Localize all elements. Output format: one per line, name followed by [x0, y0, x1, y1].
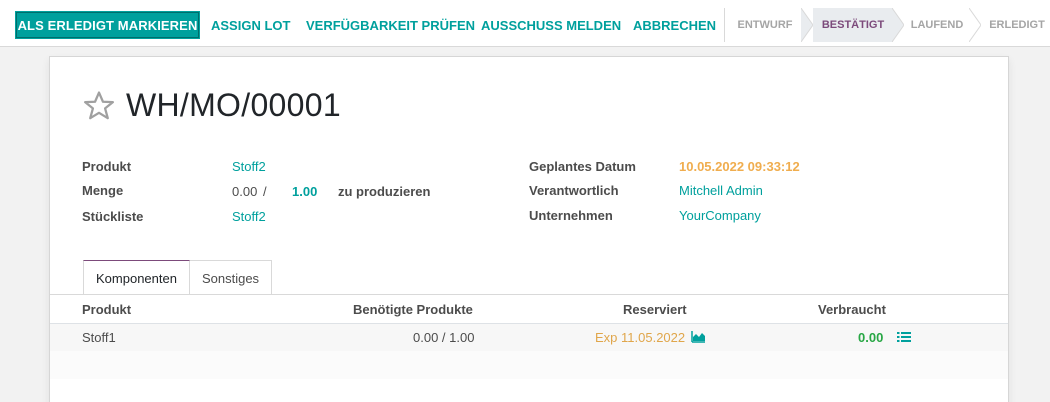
- cancel-button[interactable]: ABBRECHEN: [633, 11, 716, 39]
- row-reserved: Exp 11.05.2022: [595, 330, 686, 345]
- tab-components[interactable]: Komponenten: [83, 260, 190, 295]
- stage-separator-icon: [801, 8, 813, 42]
- report-scrap-button[interactable]: AUSSCHUSS MELDEN: [481, 11, 621, 39]
- form-sheet: WH/MO/00001 Produkt Stoff2 Menge 0.00 / …: [49, 56, 1009, 402]
- stage-draft[interactable]: ENTWURF: [725, 8, 805, 42]
- responsible-link[interactable]: Mitchell Admin: [679, 183, 763, 198]
- table-empty-row: [50, 351, 1008, 379]
- column-header-consumed[interactable]: Verbraucht: [818, 302, 886, 317]
- quantity-done: 0.00: [232, 184, 258, 199]
- scheduled-date-label: Geplantes Datum: [529, 159, 636, 174]
- star-icon[interactable]: [82, 89, 116, 123]
- stage-confirmed[interactable]: BESTÄTIGT: [813, 8, 893, 42]
- company-link[interactable]: YourCompany: [679, 208, 761, 223]
- quantity-total-field[interactable]: 1.00: [292, 184, 317, 199]
- assign-lot-button[interactable]: ASSIGN LOT: [211, 11, 290, 39]
- quantity-label: Menge: [82, 183, 124, 198]
- company-label: Unternehmen: [529, 208, 613, 223]
- column-header-required[interactable]: Benötigte Produkte: [353, 302, 473, 317]
- tab-divider: [50, 294, 1008, 295]
- bom-label: Stückliste: [82, 209, 144, 224]
- product-link[interactable]: Stoff2: [232, 159, 266, 174]
- list-details-icon[interactable]: [897, 331, 911, 343]
- control-panel: ALS ERLEDIGT MARKIEREN ASSIGN LOT VERFÜG…: [0, 0, 1050, 47]
- column-header-reserved[interactable]: Reserviert: [623, 302, 687, 317]
- record-title: WH/MO/00001: [126, 87, 341, 123]
- check-availability-button[interactable]: VERFÜGBARKEIT PRÜFEN: [306, 11, 475, 39]
- stage-in-progress[interactable]: LAUFEND: [904, 8, 970, 42]
- product-label: Produkt: [82, 159, 132, 174]
- area-chart-icon[interactable]: [691, 330, 706, 343]
- mark-as-done-button[interactable]: ALS ERLEDIGT MARKIEREN: [15, 11, 200, 39]
- row-required: 0.00 / 1.00: [413, 330, 475, 345]
- status-bar: ENTWURF BESTÄTIGT LAUFEND ERLEDIGT: [724, 8, 1050, 42]
- responsible-label: Verantwortlich: [529, 183, 619, 198]
- quantity-suffix: zu produzieren: [338, 184, 431, 199]
- stage-separator-icon: [892, 8, 904, 42]
- bom-link[interactable]: Stoff2: [232, 209, 266, 224]
- notebook-tabs: Komponenten Sonstiges: [83, 260, 273, 295]
- tab-miscellaneous[interactable]: Sonstiges: [189, 260, 273, 295]
- title-row: WH/MO/00001: [82, 87, 341, 124]
- scheduled-date-value[interactable]: 10.05.2022 09:33:12: [679, 159, 800, 174]
- row-consumed: 0.00: [858, 330, 884, 345]
- quantity-separator: /: [263, 184, 267, 199]
- stage-separator-icon: [969, 8, 981, 42]
- stage-done[interactable]: ERLEDIGT: [983, 8, 1050, 42]
- column-header-product[interactable]: Produkt: [82, 302, 131, 317]
- row-product: Stoff1: [82, 330, 116, 345]
